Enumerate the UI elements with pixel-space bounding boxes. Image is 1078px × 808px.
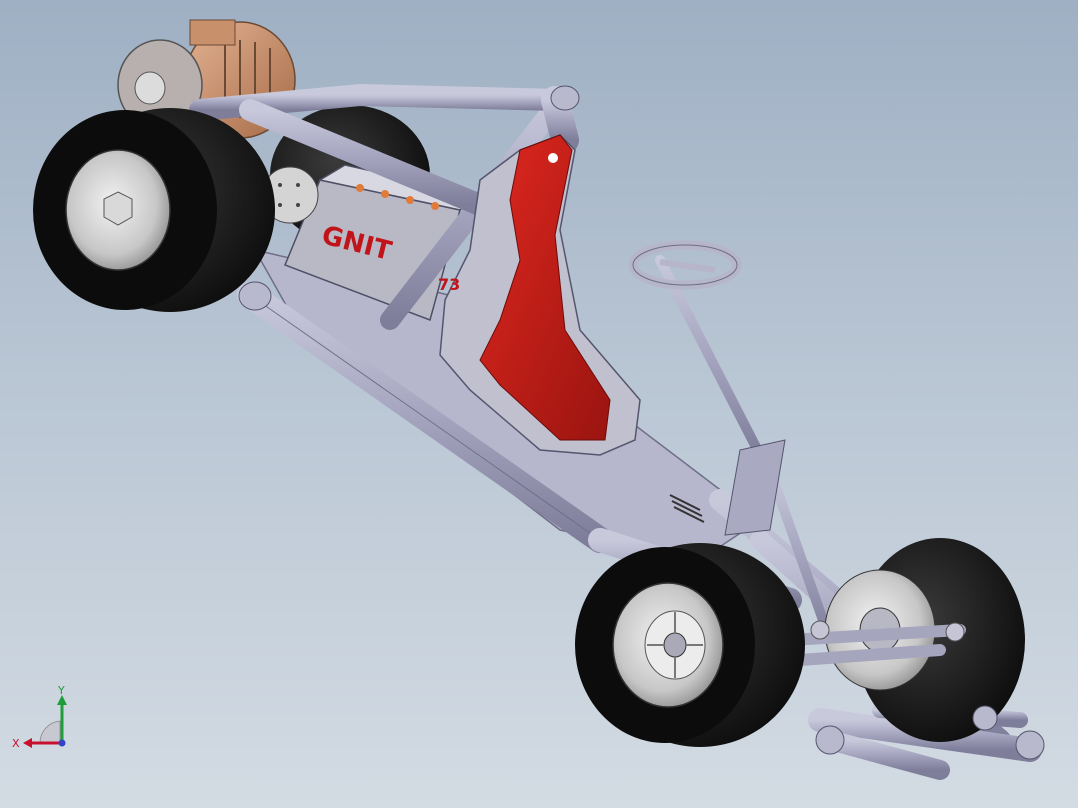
rear-left-wheel (33, 108, 275, 312)
seat-number: 73 (438, 275, 460, 294)
x-axis-label: X (12, 737, 20, 750)
y-axis-label: Y (57, 685, 65, 697)
steering-wheel (628, 240, 742, 290)
x-axis-arrowhead (23, 738, 32, 748)
z-axis-point (58, 739, 66, 747)
orientation-triad: Y X (12, 685, 67, 750)
go-kart-model[interactable]: GNIT 73 (0, 0, 1078, 808)
cad-viewport[interactable]: GNIT 73 Y X (0, 0, 1078, 808)
axle-bolt (945, 622, 965, 642)
front-left-wheel (575, 543, 805, 747)
axle-bolt (810, 620, 830, 640)
